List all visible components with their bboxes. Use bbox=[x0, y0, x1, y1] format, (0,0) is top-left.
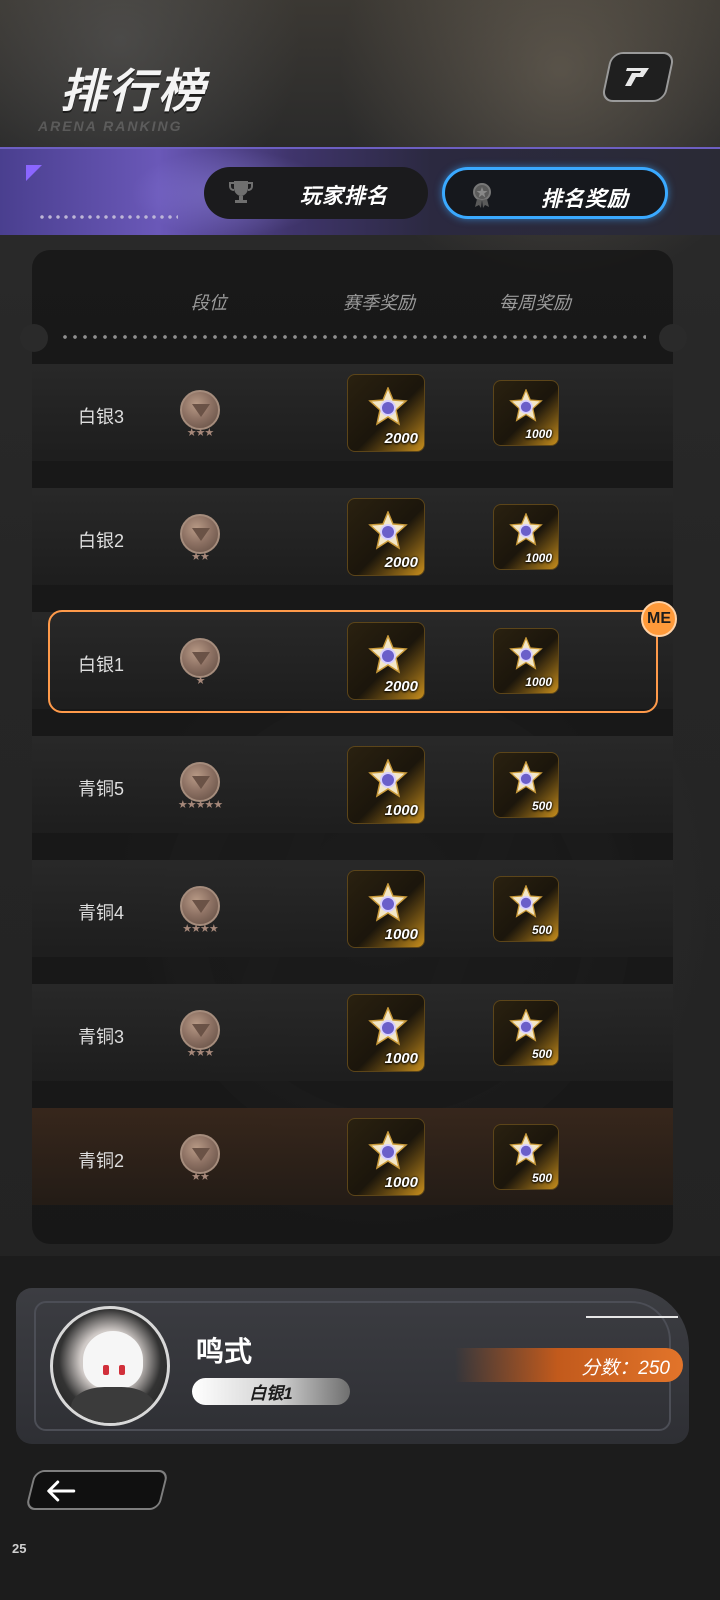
tab-rank-rewards[interactable]: 排名奖励 bbox=[442, 167, 668, 219]
star-gem-icon bbox=[509, 1009, 543, 1042]
weekly-reward-item[interactable]: 1000 bbox=[493, 380, 559, 446]
tier-medal-icon: ★★★★ bbox=[178, 886, 222, 938]
tab-bar-dots bbox=[38, 215, 178, 219]
header-divider bbox=[60, 335, 646, 339]
tier-name: 青铜5 bbox=[78, 779, 125, 799]
trophy-icon bbox=[226, 177, 256, 207]
reward-amount: 500 bbox=[531, 799, 552, 813]
tab-bar: 玩家排名 排名奖励 bbox=[0, 147, 720, 235]
star-gem-icon bbox=[509, 885, 543, 918]
page-title: 排行榜 bbox=[60, 65, 207, 117]
reward-amount: 1000 bbox=[384, 926, 418, 943]
tier-medal-icon: ★★★ bbox=[178, 1010, 222, 1062]
star-gem-icon bbox=[509, 513, 543, 546]
star-gem-icon bbox=[368, 387, 408, 426]
column-header-season-reward: 赛季奖励 bbox=[343, 293, 415, 313]
season-reward-item[interactable]: 1000 bbox=[347, 994, 425, 1072]
panel-notch-left bbox=[20, 324, 48, 352]
tier-name: 青铜2 bbox=[78, 1151, 125, 1171]
medal-icon bbox=[467, 180, 497, 210]
reward-amount: 1000 bbox=[525, 675, 552, 689]
star-gem-icon bbox=[509, 761, 543, 794]
reward-amount: 2000 bbox=[384, 678, 418, 695]
player-rank-badge: 白银1 bbox=[192, 1378, 350, 1405]
tab-rank-rewards-label: 排名奖励 bbox=[541, 188, 629, 211]
star-gem-icon bbox=[368, 511, 408, 550]
me-badge: ME bbox=[641, 601, 677, 637]
star-gem-icon bbox=[368, 883, 408, 922]
tab-player-ranking-label: 玩家排名 bbox=[300, 185, 388, 208]
tier-name: 白银3 bbox=[78, 407, 125, 427]
season-reward-item[interactable]: 1000 bbox=[347, 1118, 425, 1196]
star-gem-icon bbox=[368, 635, 408, 674]
tier-medal-icon: ★★★ bbox=[178, 390, 222, 442]
star-gem-icon bbox=[368, 1007, 408, 1046]
player-name: 鸣式 bbox=[196, 1336, 253, 1367]
tab-player-ranking[interactable]: 玩家排名 bbox=[204, 167, 428, 219]
weekly-reward-item[interactable]: 500 bbox=[493, 1000, 559, 1066]
season-reward-item[interactable]: 2000 bbox=[347, 622, 425, 700]
reward-amount: 1000 bbox=[384, 1174, 418, 1191]
reward-amount: 500 bbox=[531, 923, 552, 937]
player-score: 分数：250 bbox=[581, 1358, 670, 1379]
column-header-tier: 段位 bbox=[191, 293, 227, 313]
reward-amount: 1000 bbox=[525, 551, 552, 565]
reward-amount: 1000 bbox=[384, 802, 418, 819]
tier-name: 青铜4 bbox=[78, 903, 125, 923]
star-gem-icon bbox=[509, 637, 543, 670]
reward-amount: 1000 bbox=[384, 1050, 418, 1067]
weekly-reward-item[interactable]: 500 bbox=[493, 876, 559, 942]
star-gem-icon bbox=[509, 1133, 543, 1166]
logo-icon bbox=[625, 68, 649, 86]
avatar[interactable] bbox=[50, 1306, 170, 1426]
arrow-left-icon bbox=[47, 1480, 76, 1502]
tier-name: 青铜3 bbox=[78, 1027, 125, 1047]
reward-amount: 500 bbox=[531, 1171, 552, 1185]
star-gem-icon bbox=[368, 1131, 408, 1170]
weekly-reward-item[interactable]: 500 bbox=[493, 752, 559, 818]
reward-amount: 500 bbox=[531, 1047, 552, 1061]
season-reward-item[interactable]: 1000 bbox=[347, 870, 425, 948]
fps-counter: 25 bbox=[12, 1541, 27, 1556]
tier-name: 白银1 bbox=[78, 655, 125, 675]
panel-notch-right bbox=[659, 324, 687, 352]
tier-medal-icon: ★★ bbox=[178, 514, 222, 566]
reward-amount: 2000 bbox=[384, 430, 418, 447]
page-subtitle-watermark: ARENA RANKING bbox=[38, 118, 183, 134]
tier-medal-icon: ★ bbox=[178, 638, 222, 690]
reward-amount: 1000 bbox=[525, 427, 552, 441]
weekly-reward-item[interactable]: 1000 bbox=[493, 628, 559, 694]
season-reward-item[interactable]: 2000 bbox=[347, 374, 425, 452]
season-reward-item[interactable]: 1000 bbox=[347, 746, 425, 824]
tier-name: 白银2 bbox=[78, 531, 125, 551]
tier-medal-icon: ★★ bbox=[178, 1134, 222, 1186]
tier-medal-icon: ★★★★★ bbox=[178, 762, 223, 814]
star-gem-icon bbox=[509, 389, 543, 422]
season-reward-item[interactable]: 2000 bbox=[347, 498, 425, 576]
back-button[interactable] bbox=[25, 1470, 169, 1510]
column-header-weekly-reward: 每周奖励 bbox=[499, 293, 571, 313]
reward-amount: 2000 bbox=[384, 554, 418, 571]
tab-bar-marker bbox=[26, 165, 42, 181]
star-gem-icon bbox=[368, 759, 408, 798]
weekly-reward-item[interactable]: 500 bbox=[493, 1124, 559, 1190]
score-decoration-line bbox=[586, 1316, 678, 1318]
corner-menu-button[interactable] bbox=[600, 52, 676, 102]
weekly-reward-item[interactable]: 1000 bbox=[493, 504, 559, 570]
